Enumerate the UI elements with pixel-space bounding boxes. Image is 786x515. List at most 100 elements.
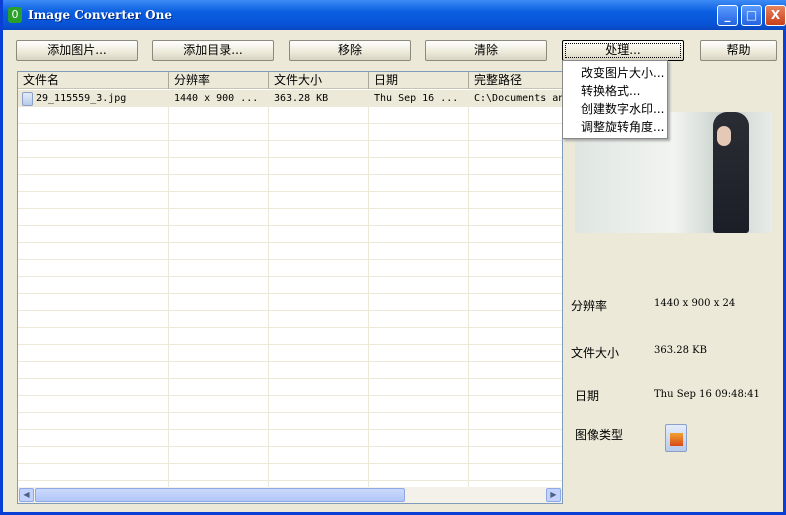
empty-cell <box>18 294 169 311</box>
clear-button[interactable]: 清除 <box>425 40 547 61</box>
empty-cell <box>369 413 469 430</box>
empty-cell <box>18 430 169 447</box>
empty-cell <box>369 464 469 481</box>
empty-cell <box>369 294 469 311</box>
empty-row <box>18 362 562 379</box>
column-header-date[interactable]: 日期 <box>369 72 469 89</box>
empty-cell <box>269 328 369 345</box>
process-button[interactable]: 处理... <box>562 40 684 61</box>
empty-cell <box>469 447 562 464</box>
empty-cell <box>469 362 562 379</box>
table-row[interactable]: 29_115559_3.jpg 1440 x 900 ... 363.28 KB… <box>18 90 562 107</box>
empty-cell <box>169 328 269 345</box>
empty-cell <box>469 209 562 226</box>
empty-row <box>18 379 562 396</box>
empty-cell <box>169 362 269 379</box>
empty-cell <box>169 413 269 430</box>
empty-row <box>18 209 562 226</box>
empty-cell <box>269 379 369 396</box>
menu-item-watermark[interactable]: 创建数字水印... <box>581 100 664 118</box>
title-bar: 0 Image Converter One _ □ X <box>3 0 786 30</box>
empty-cell <box>369 243 469 260</box>
empty-cell <box>369 396 469 413</box>
empty-cell <box>169 294 269 311</box>
empty-cell <box>18 260 169 277</box>
empty-cell <box>269 260 369 277</box>
empty-cell <box>169 158 269 175</box>
empty-cell <box>18 175 169 192</box>
add-image-button[interactable]: 添加图片... <box>16 40 138 61</box>
empty-row <box>18 175 562 192</box>
empty-cell <box>269 226 369 243</box>
empty-cell <box>18 396 169 413</box>
empty-row <box>18 260 562 277</box>
resolution-label: 分辨率 <box>571 299 608 313</box>
empty-cell <box>269 243 369 260</box>
empty-row <box>18 413 562 430</box>
empty-cell <box>169 107 269 124</box>
empty-cell <box>18 413 169 430</box>
empty-cell <box>169 311 269 328</box>
column-header-filename[interactable]: 文件名 <box>18 72 169 89</box>
menu-item-convert[interactable]: 转换格式... <box>581 82 640 100</box>
empty-cell <box>369 141 469 158</box>
type-label: 图像类型 <box>575 428 624 442</box>
empty-cell <box>18 192 169 209</box>
remove-button[interactable]: 移除 <box>289 40 411 61</box>
empty-cell <box>169 243 269 260</box>
size-label: 文件大小 <box>571 346 620 360</box>
cell-date: Thu Sep 16 ... <box>369 90 469 107</box>
empty-row <box>18 158 562 175</box>
empty-cell <box>369 277 469 294</box>
column-header-resolution[interactable]: 分辨率 <box>169 72 269 89</box>
empty-cell <box>469 430 562 447</box>
scrollbar-thumb[interactable] <box>35 488 405 502</box>
empty-cell <box>169 209 269 226</box>
empty-row <box>18 396 562 413</box>
empty-cell <box>18 277 169 294</box>
empty-row <box>18 311 562 328</box>
empty-cell <box>269 413 369 430</box>
empty-cell <box>169 379 269 396</box>
empty-cell <box>18 362 169 379</box>
scroll-left-icon[interactable]: ◀ <box>19 488 34 502</box>
empty-cell <box>269 209 369 226</box>
process-menu: 改变图片大小... 转换格式... 创建数字水印... 调整旋转角度... <box>562 60 668 139</box>
empty-cell <box>269 345 369 362</box>
empty-cell <box>269 362 369 379</box>
empty-cell <box>369 209 469 226</box>
empty-cell <box>169 464 269 481</box>
empty-cell <box>469 464 562 481</box>
menu-item-rotate[interactable]: 调整旋转角度... <box>581 118 664 136</box>
add-directory-button[interactable]: 添加目录... <box>152 40 274 61</box>
empty-cell <box>469 396 562 413</box>
empty-row <box>18 447 562 464</box>
maximize-button[interactable]: □ <box>741 5 762 26</box>
cell-filename: 29_115559_3.jpg <box>18 90 169 107</box>
column-header-path[interactable]: 完整路径 <box>469 72 562 89</box>
empty-cell <box>169 175 269 192</box>
cell-size: 363.28 KB <box>269 90 369 107</box>
help-button[interactable]: 帮助 <box>700 40 777 61</box>
empty-row <box>18 107 562 124</box>
empty-cell <box>269 464 369 481</box>
empty-cell <box>169 277 269 294</box>
empty-cell <box>369 124 469 141</box>
menu-item-resize[interactable]: 改变图片大小... <box>581 64 664 82</box>
horizontal-scrollbar[interactable]: ◀ ▶ <box>18 487 562 503</box>
date-label: 日期 <box>575 389 600 403</box>
file-list[interactable]: 文件名 分辨率 文件大小 日期 完整路径 29_115559_3.jpg 144… <box>17 71 563 504</box>
empty-row <box>18 192 562 209</box>
empty-row <box>18 243 562 260</box>
empty-cell <box>269 430 369 447</box>
empty-cell <box>269 447 369 464</box>
scroll-right-icon[interactable]: ▶ <box>546 488 561 502</box>
empty-cell <box>469 345 562 362</box>
empty-cell <box>469 141 562 158</box>
empty-cell <box>18 464 169 481</box>
close-button[interactable]: X <box>765 5 786 26</box>
empty-cell <box>469 413 562 430</box>
empty-cell <box>18 124 169 141</box>
column-header-size[interactable]: 文件大小 <box>269 72 369 89</box>
minimize-button[interactable]: _ <box>717 5 738 26</box>
